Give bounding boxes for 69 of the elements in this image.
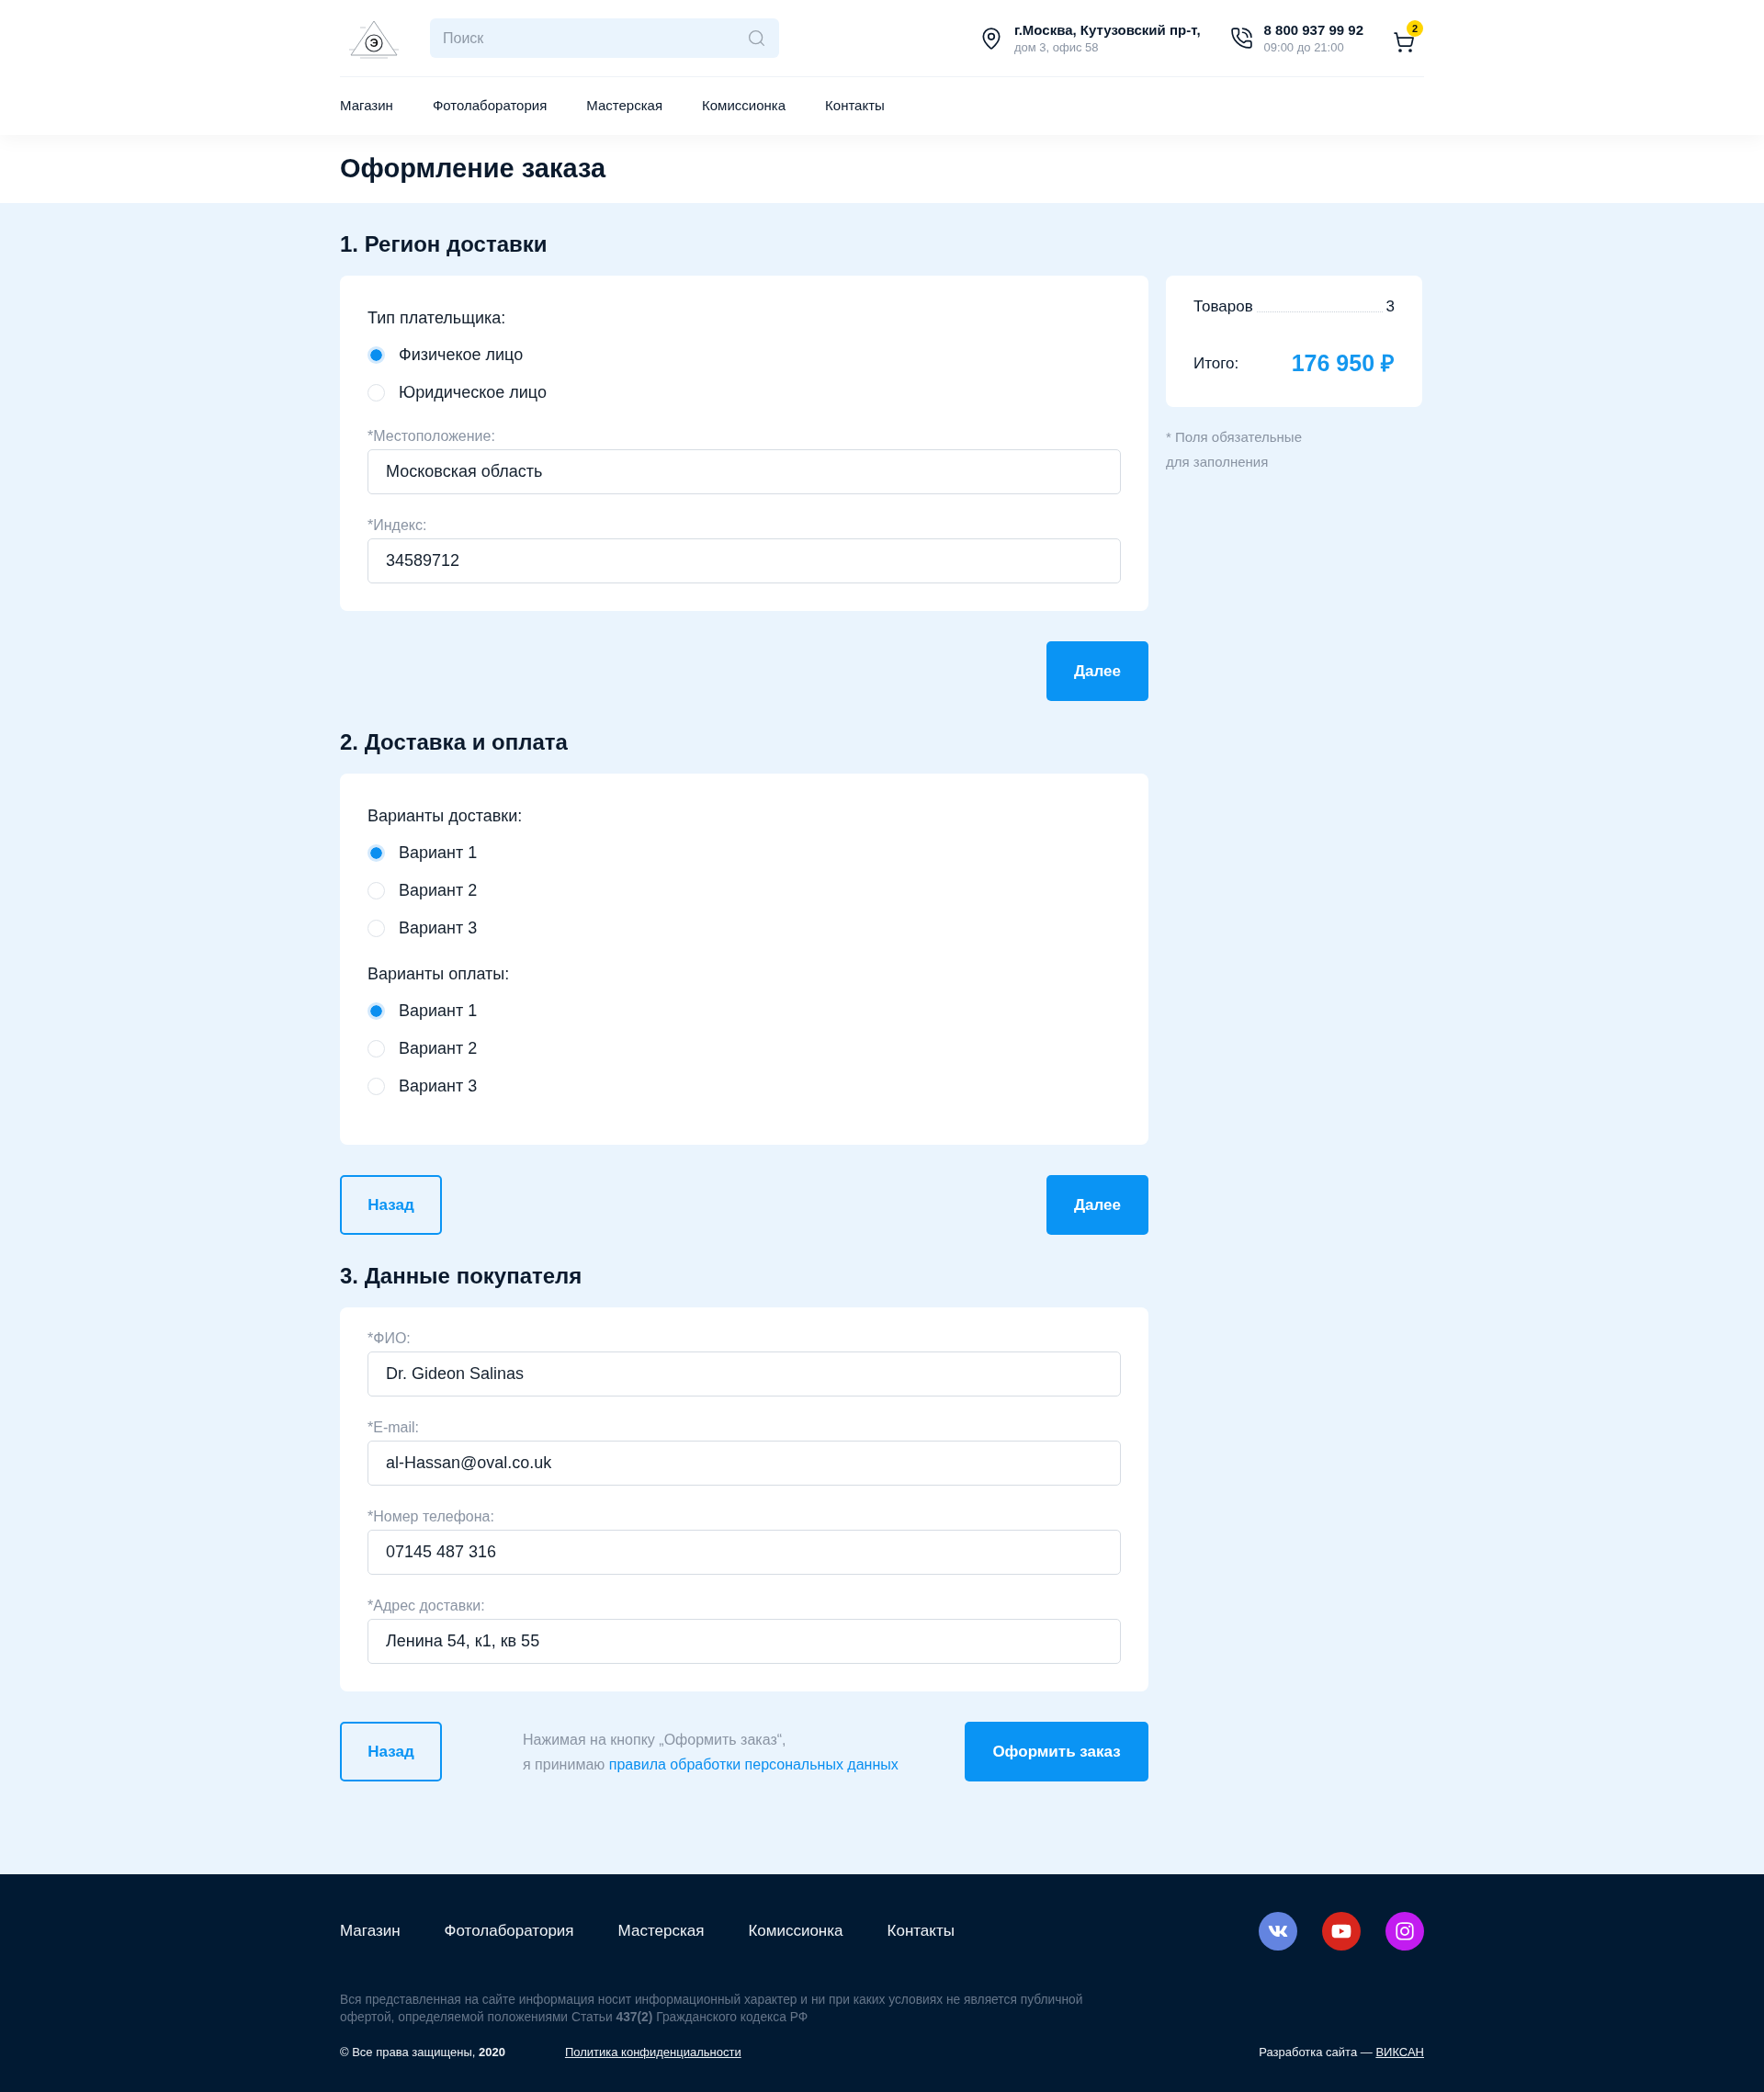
footer-nav-link[interactable]: Магазин (340, 1920, 401, 1942)
nav-link[interactable]: Мастерская (586, 96, 663, 117)
radio-label: Вариант 2 (399, 879, 478, 901)
cart-count-badge: 2 (1407, 19, 1423, 37)
phone-number[interactable]: 8 800 937 99 92 (1263, 20, 1363, 40)
cart-icon[interactable] (1393, 30, 1415, 53)
field-label: *Номер телефона: (368, 1508, 495, 1526)
input-field[interactable]: 07145 487 316 (368, 1530, 1121, 1575)
radio-label: Юридическое лицо (399, 381, 547, 403)
nav-link[interactable]: Фотолаборатория (432, 96, 548, 117)
input-field[interactable]: Dr. Gideon Salinas (368, 1351, 1121, 1397)
section-title: 2. Доставка и оплата (340, 729, 569, 756)
input-field[interactable]: Ленина 54, к1, кв 55 (368, 1619, 1121, 1664)
footer-nav-link[interactable]: Контакты (887, 1920, 955, 1942)
items-count: 3 (1385, 297, 1395, 317)
field-label: *ФИО: (368, 1329, 412, 1348)
field-label: *Местоположение: (368, 427, 496, 446)
radio-label: Вариант 3 (399, 917, 478, 939)
page-title: Оформление заказа (340, 153, 606, 186)
section-title: 3. Данные покупателя (340, 1262, 583, 1290)
nav-link[interactable]: Комиссионка (702, 96, 786, 117)
required-fields-note: * Поля обязательные для заполнения (1166, 427, 1303, 471)
nav-link[interactable]: Контакты (825, 96, 885, 117)
radio-button[interactable] (368, 881, 385, 899)
search-icon[interactable] (747, 28, 766, 48)
total-price: 176 950 ₽ (1291, 349, 1395, 378)
developer-link[interactable]: ВИКСАН (1375, 2045, 1424, 2059)
footer-nav-link[interactable]: Комиссионка (748, 1920, 843, 1942)
working-hours: 09:00 до 21:00 (1263, 39, 1345, 56)
logo-letter: Э (368, 34, 379, 51)
phone-icon (1229, 27, 1253, 50)
privacy-policy-link[interactable]: Политика конфиденциальности (564, 2043, 741, 2062)
credit-text: Разработка сайта — ВИКСАН (1259, 2044, 1424, 2061)
radio-label: Вариант 1 (399, 842, 478, 864)
radio-button[interactable] (368, 345, 385, 364)
radio-button[interactable] (368, 1077, 385, 1095)
radio-label: Вариант 3 (399, 1075, 478, 1097)
field-label: *Индекс: (368, 516, 428, 535)
input-field[interactable]: al-Hassan@oval.co.uk (368, 1441, 1121, 1486)
radio-button[interactable] (368, 843, 385, 862)
radio-button[interactable] (368, 1001, 385, 1020)
address-line: г.Москва, Кутузовский пр-т, (1013, 20, 1201, 40)
disclaimer-text: Вся представленная на сайте информация носит информационный характер и ни при каких условиях не является публичной офертой, определяемой положениями Статьи 437(2) Гражданского кодекса РФ (340, 1992, 1084, 2026)
radio-button[interactable] (368, 919, 385, 937)
radio-label: Вариант 1 (399, 1000, 478, 1022)
input-field[interactable]: 34589712 (368, 538, 1121, 583)
radio-label: Физичекое лицо (399, 344, 524, 366)
nav-link[interactable]: Магазин (340, 96, 393, 117)
group-label: Тип плательщика: (368, 308, 507, 329)
field-label: *Адрес доставки: (368, 1597, 486, 1615)
address-details: дом 3, офис 58 (1013, 39, 1100, 56)
radio-label: Вариант 2 (399, 1037, 478, 1059)
field-label: *E-mail: (368, 1419, 420, 1437)
footer-nav-link[interactable]: Мастерская (617, 1920, 705, 1942)
footer-nav-link[interactable]: Фотолаборатория (444, 1920, 574, 1942)
section-title: 1. Регион доставки (340, 231, 548, 258)
copyright-text: © Все права защищены, 2020 (340, 2044, 505, 2061)
group-label: Варианты доставки: (368, 806, 524, 827)
radio-button[interactable] (368, 383, 385, 401)
video-play-icon[interactable] (1322, 1912, 1361, 1951)
radio-button[interactable] (368, 1039, 385, 1057)
items-label: Товаров (1193, 297, 1253, 317)
consent-text: Нажимая на кнопку „Оформить заказ“, я принимаю правила обработки персональных данных (523, 1730, 899, 1774)
search-field[interactable]: Поиск (430, 18, 779, 58)
total-label: Итого: (1193, 354, 1239, 374)
vk-logo-icon[interactable] (1259, 1912, 1297, 1951)
camera-icon[interactable] (1385, 1912, 1424, 1951)
group-label: Варианты оплаты: (368, 964, 511, 985)
input-field[interactable]: Московская область (368, 449, 1121, 494)
